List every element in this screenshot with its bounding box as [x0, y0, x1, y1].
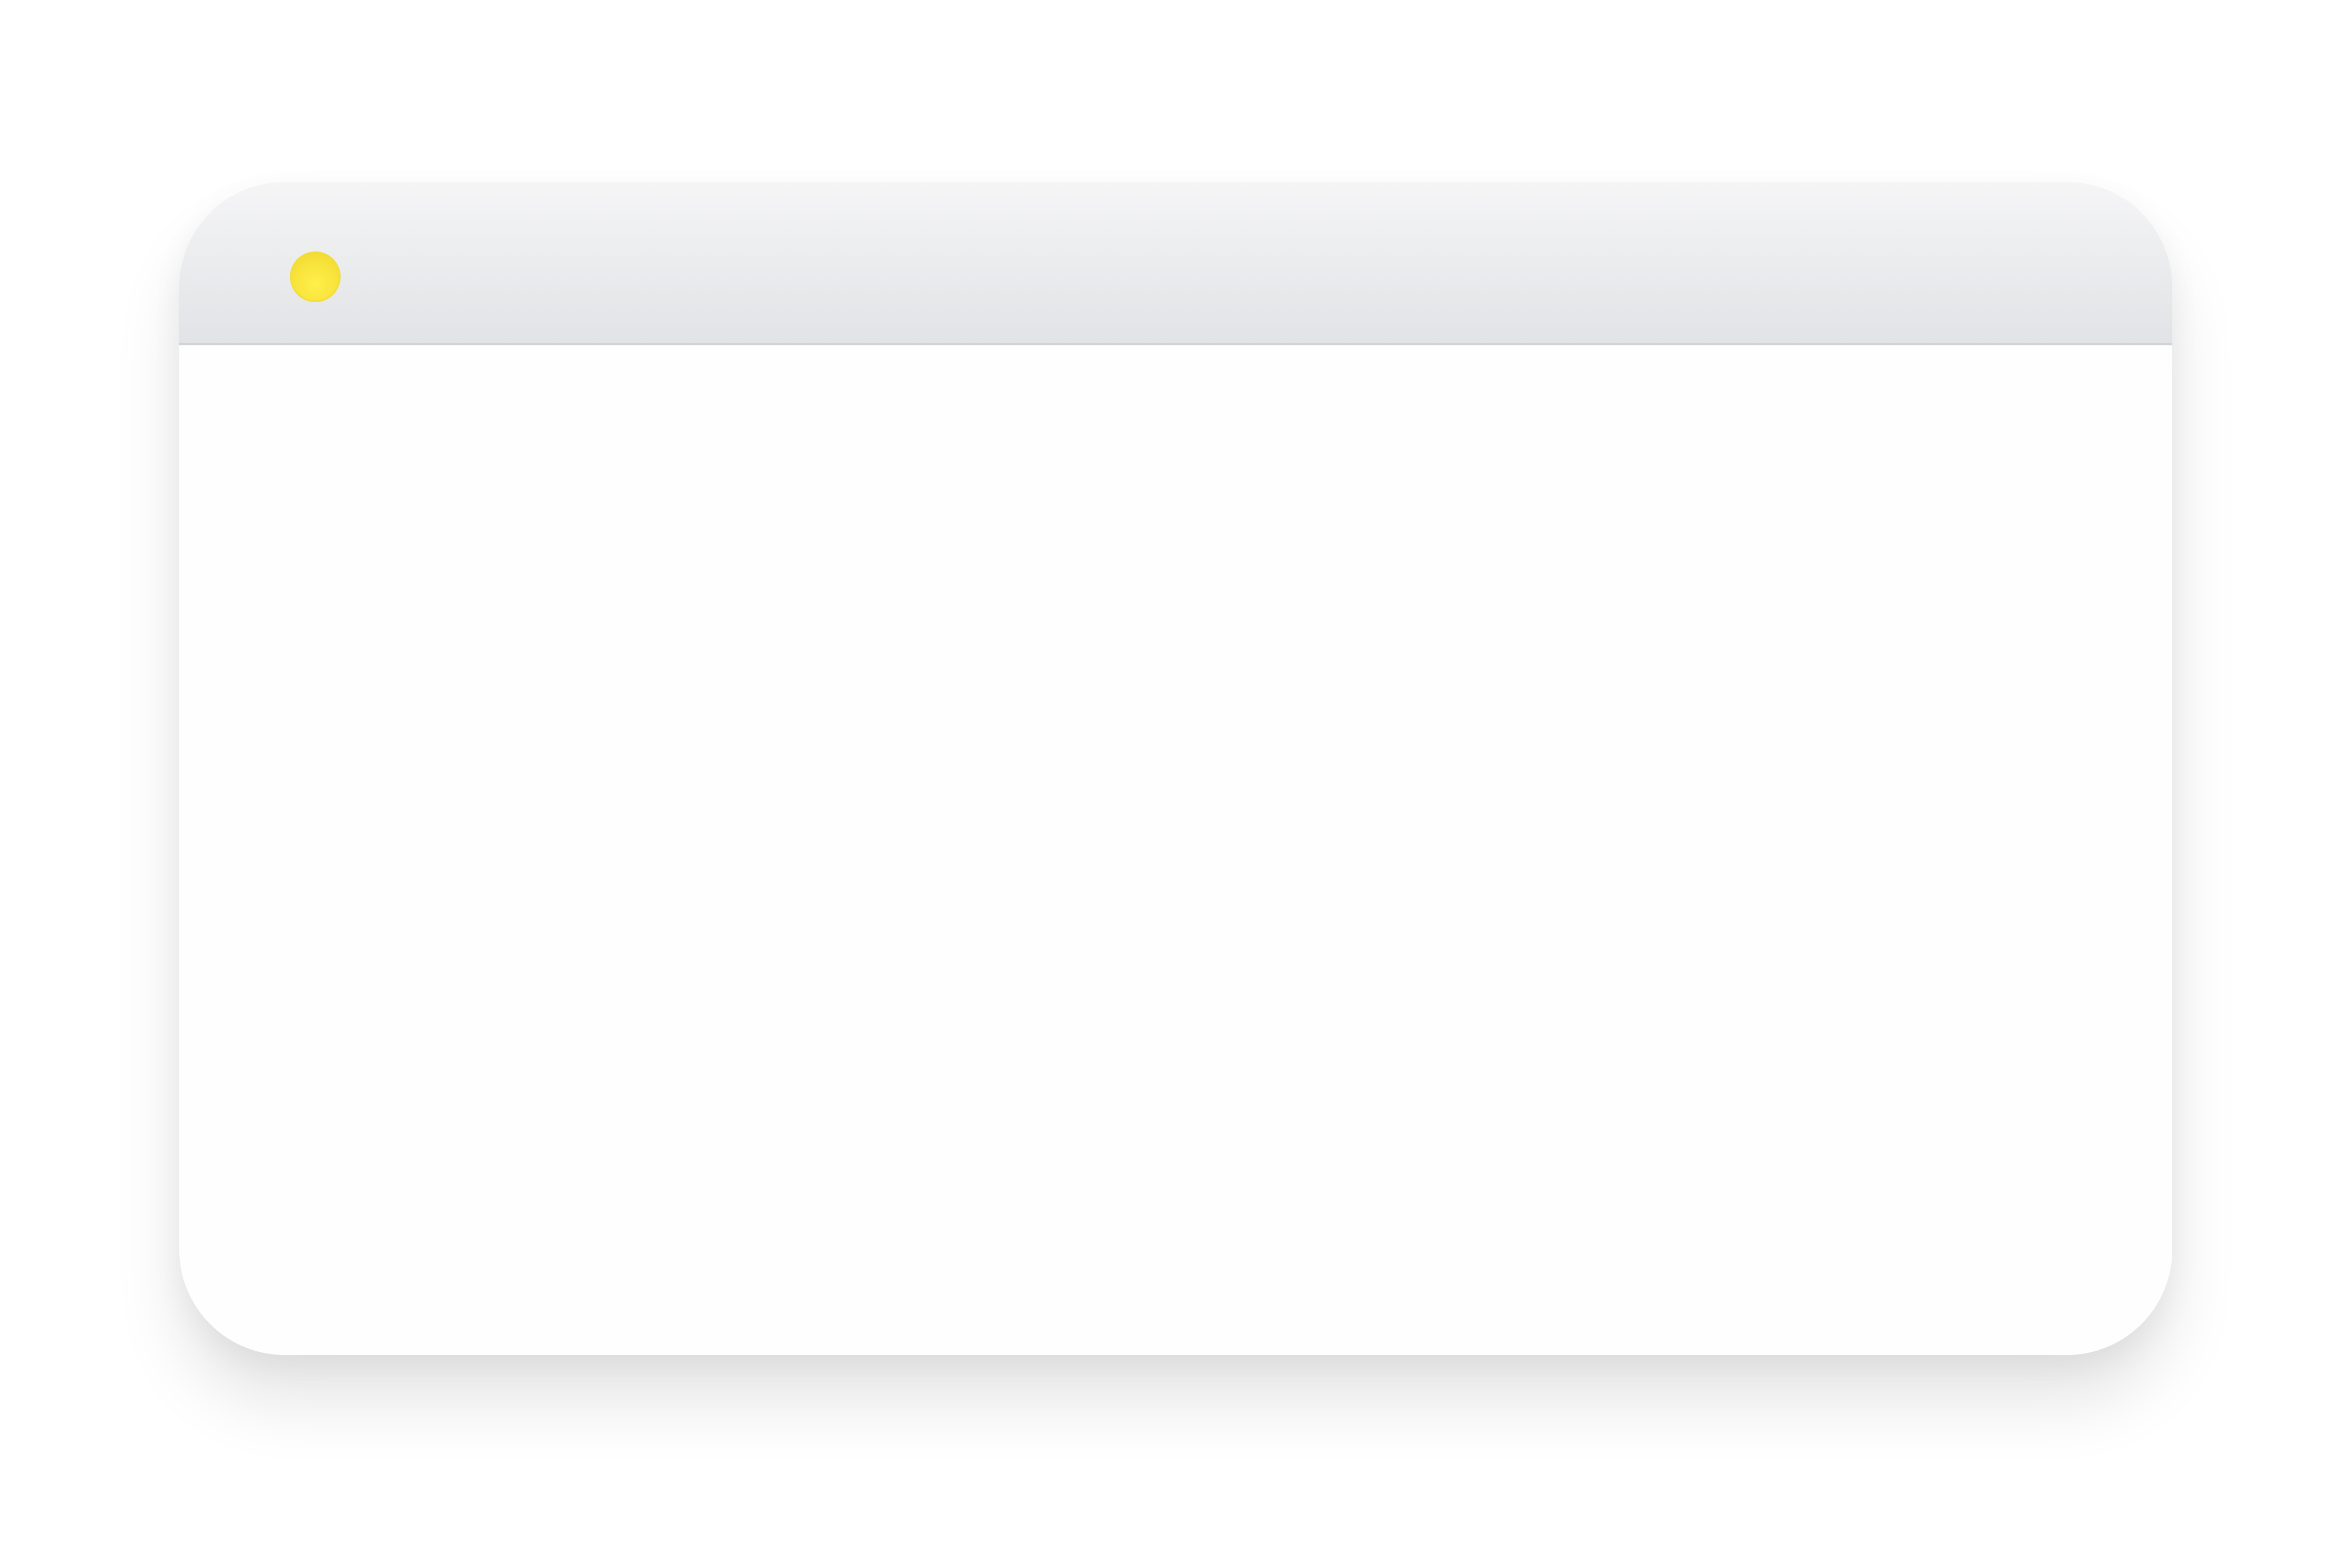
window-content-area — [179, 345, 2172, 1355]
minimize-button-icon[interactable] — [290, 251, 341, 302]
window-titlebar[interactable] — [179, 182, 2172, 345]
app-window — [179, 182, 2172, 1355]
desktop-background — [0, 0, 2351, 1568]
